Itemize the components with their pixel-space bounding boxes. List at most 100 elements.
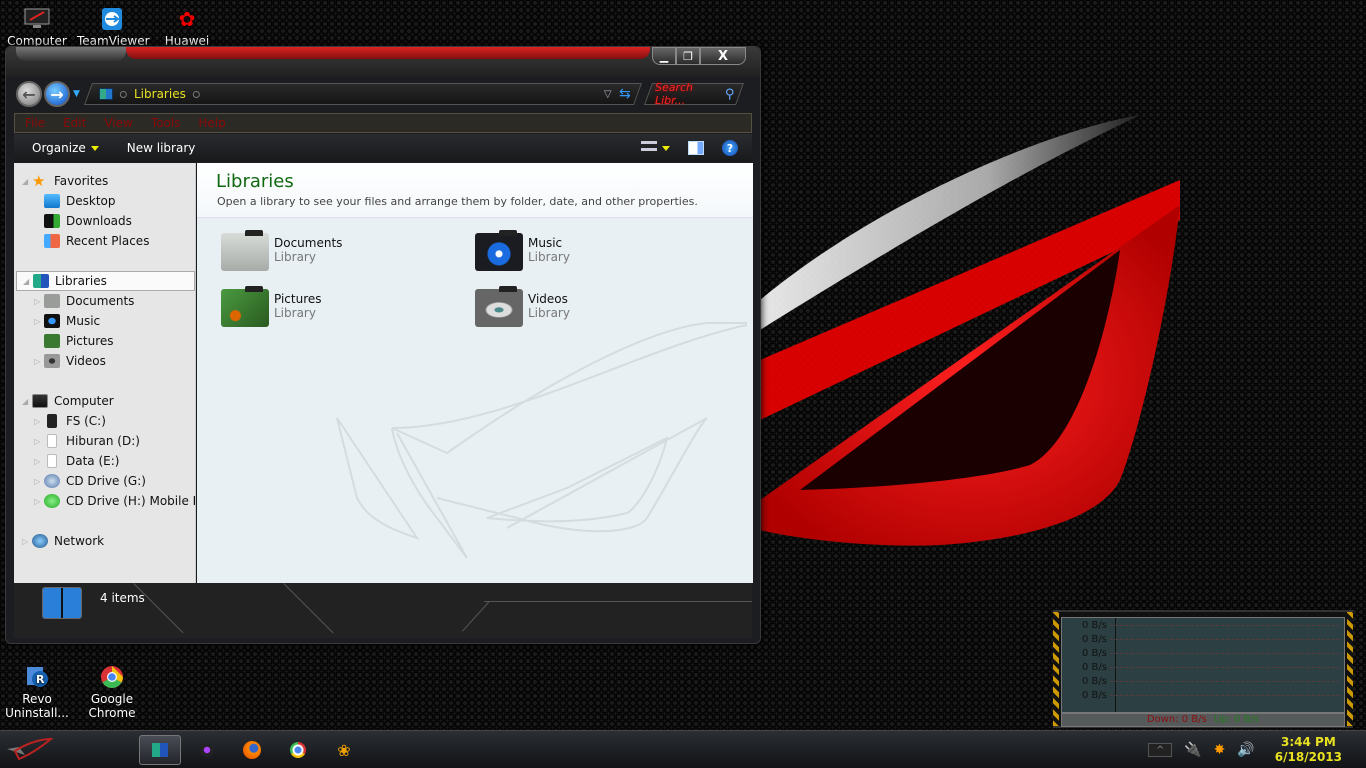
expand-arrow-icon[interactable]: ▷	[34, 297, 44, 306]
organize-button[interactable]: Organize	[32, 141, 99, 155]
expand-arrow-icon[interactable]: ▷	[34, 437, 44, 446]
network-signal-icon[interactable]: ✸	[1214, 742, 1226, 758]
recent-pages-dropdown[interactable]: ▼	[73, 89, 80, 99]
nav-network[interactable]: ▷ Network	[22, 531, 104, 551]
network-status: Down: 0 B/s Up: 0 B/s	[1061, 713, 1345, 727]
desktop-icon-computer[interactable]: Computer	[2, 6, 72, 48]
taskbar: ❀ ^ 🔌 ✸ 🔊 3:44 PM 6/18/2013	[0, 730, 1366, 768]
revo-uninstaller-icon: R	[23, 664, 51, 690]
expand-arrow-icon[interactable]: ▷	[34, 457, 44, 466]
breadcrumb-separator[interactable]	[119, 90, 127, 98]
nav-drive-c[interactable]: ▷ FS (C:)	[34, 411, 106, 431]
close-button[interactable]: X	[700, 47, 746, 65]
nav-drive-g[interactable]: ▷ CD Drive (G:)	[34, 471, 146, 491]
library-item-documents[interactable]: Documents Library	[221, 230, 441, 277]
explorer-window: ▁ ❐ X ← → ▼ Libraries ▽ ⇆ Search Libr...…	[5, 46, 761, 644]
desktop-icon-google-chrome[interactable]: Google Chrome	[77, 664, 147, 720]
refresh-icon[interactable]: ⇆	[619, 86, 631, 102]
nav-item-documents[interactable]: ▷ Documents	[34, 291, 134, 311]
library-item-videos[interactable]: Videos Library	[475, 286, 695, 333]
title-bar-decoration	[16, 47, 126, 61]
nav-item-videos[interactable]: ▷ Videos	[34, 351, 106, 371]
library-item-pictures[interactable]: Pictures Library	[221, 286, 441, 333]
expand-arrow-icon[interactable]: ▷	[34, 357, 44, 366]
library-name: Documents	[274, 236, 343, 250]
expand-arrow-icon[interactable]: ▷	[34, 497, 44, 506]
expand-arrow-icon[interactable]: ◢	[22, 177, 32, 186]
maximize-button[interactable]: ❐	[676, 47, 700, 65]
nav-drive-e[interactable]: ▷ Data (E:)	[34, 451, 119, 471]
download-rate: Down: 0 B/s	[1146, 714, 1207, 725]
nav-item-music[interactable]: ▷ Music	[34, 311, 100, 331]
forward-button[interactable]: →	[44, 81, 70, 107]
command-bar: Organize New library ?	[14, 134, 752, 162]
menu-tools[interactable]: Tools	[151, 116, 181, 130]
taskbar-camera[interactable]	[192, 735, 222, 765]
content-area: Libraries Open a library to see your fil…	[197, 163, 753, 583]
menu-help[interactable]: Help	[198, 116, 225, 130]
power-icon[interactable]: 🔌	[1184, 742, 1201, 758]
documents-icon	[44, 294, 60, 308]
nav-item-recent-places[interactable]: Recent Places	[44, 231, 149, 251]
nav-label: Desktop	[66, 194, 116, 208]
navigation-pane: ◢ ★ Favorites Desktop Downloads Recent Pla…	[14, 163, 196, 583]
breadcrumb-libraries[interactable]: Libraries	[134, 87, 186, 101]
title-bar-red-accent	[126, 47, 650, 59]
taskbar-firefox[interactable]	[237, 735, 267, 765]
nav-label: Computer	[54, 394, 114, 408]
taskbar-explorer[interactable]	[139, 735, 181, 765]
address-history-dropdown[interactable]: ▽	[603, 89, 611, 100]
nav-item-downloads[interactable]: Downloads	[44, 211, 132, 231]
network-meter-gadget[interactable]: 0 B/s 0 B/s 0 B/s 0 B/s 0 B/s 0 B/s Down…	[1053, 610, 1353, 728]
help-button[interactable]: ?	[722, 140, 738, 156]
search-box[interactable]: Search Libr... ⚲	[643, 81, 744, 107]
taskbar-network-app[interactable]: ❀	[329, 735, 359, 765]
expand-arrow-icon[interactable]: ◢	[22, 397, 32, 406]
start-button[interactable]	[4, 735, 54, 765]
firefox-icon	[243, 741, 261, 759]
nav-drive-h[interactable]: ▷ CD Drive (H:) Mobile Par	[34, 491, 195, 511]
desktop-icon-revo-uninstaller[interactable]: R Revo Uninstall...	[2, 664, 72, 720]
breadcrumb-separator[interactable]	[192, 90, 200, 98]
hard-drive-icon	[47, 454, 57, 468]
decor-line	[133, 583, 184, 634]
arrow-left-icon: ←	[22, 84, 36, 104]
menu-edit[interactable]: Edit	[63, 116, 86, 130]
nav-item-pictures[interactable]: Pictures	[34, 331, 114, 351]
desktop-icon-teamviewer[interactable]: TeamViewer	[77, 6, 150, 48]
expand-arrow-icon[interactable]: ▷	[22, 537, 32, 546]
title-bar[interactable]: ▁ ❐ X	[6, 47, 760, 77]
view-icon	[641, 141, 657, 155]
preview-pane-button[interactable]	[688, 141, 704, 155]
back-button[interactable]: ←	[16, 81, 42, 107]
search-input[interactable]: Search Libr...	[655, 81, 725, 107]
library-item-music[interactable]: Music Library	[475, 230, 695, 277]
nav-label: Recent Places	[66, 234, 150, 248]
expand-arrow-icon[interactable]: ▷	[34, 317, 44, 326]
minimize-button[interactable]: ▁	[652, 47, 676, 65]
show-hidden-icons-button[interactable]: ^	[1148, 743, 1173, 757]
desktop-icon-huawei[interactable]: ✿ Huawei	[152, 6, 222, 48]
expand-arrow-icon[interactable]: ◢	[23, 277, 33, 286]
nav-drive-d[interactable]: ▷ Hiburan (D:)	[34, 431, 140, 451]
videos-folder-icon	[475, 286, 523, 327]
new-library-button[interactable]: New library	[127, 141, 196, 155]
change-view-button[interactable]	[641, 141, 670, 155]
volume-icon[interactable]: 🔊	[1237, 742, 1254, 758]
details-pane: 4 items	[14, 583, 752, 638]
search-icon[interactable]: ⚲	[725, 87, 735, 102]
nav-item-desktop[interactable]: Desktop	[44, 191, 116, 211]
nav-favorites[interactable]: ◢ ★ Favorites	[22, 171, 108, 191]
expand-arrow-icon[interactable]: ▷	[34, 477, 44, 486]
clock[interactable]: 3:44 PM 6/18/2013	[1275, 735, 1342, 765]
menu-view[interactable]: View	[104, 116, 132, 130]
chrome-icon	[290, 742, 306, 758]
nav-computer[interactable]: ◢ Computer	[22, 391, 114, 411]
expand-arrow-icon[interactable]: ▷	[34, 417, 44, 426]
teamviewer-icon	[98, 6, 126, 32]
taskbar-chrome[interactable]	[283, 735, 313, 765]
nav-libraries[interactable]: ◢ Libraries	[16, 271, 195, 291]
menu-file[interactable]: File	[25, 116, 45, 130]
address-bar[interactable]: Libraries ▽ ⇆	[83, 83, 642, 105]
library-name: Videos	[528, 292, 568, 306]
